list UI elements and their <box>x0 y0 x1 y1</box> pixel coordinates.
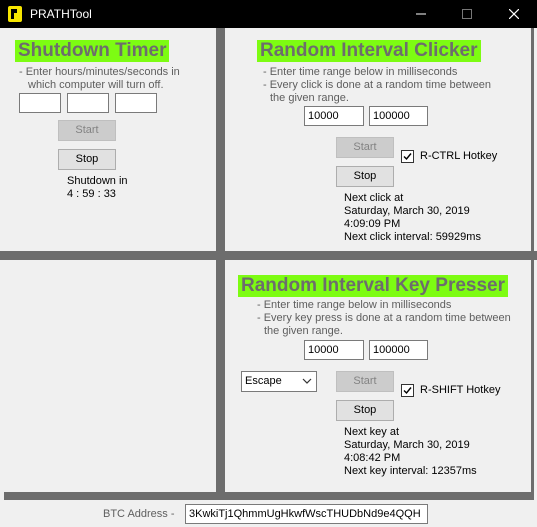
clicker-hotkey-checkbox[interactable] <box>401 150 414 163</box>
presser-next-label: Next key at <box>344 426 400 438</box>
minimize-icon <box>416 13 426 15</box>
maximize-icon <box>462 9 472 19</box>
shutdown-desc-line2: which computer will turn off. <box>28 79 164 91</box>
btc-address-field[interactable]: 3KwkiTj1QhmmUgHkwfWscTHUDbNd9e4QQH <box>185 504 428 524</box>
presser-desc-line2: - Every key press is done at a random ti… <box>257 312 511 324</box>
presser-hotkey-checkbox[interactable] <box>401 384 414 397</box>
checkmark-icon <box>403 387 412 395</box>
presser-next-time: 4:08:42 PM <box>344 452 401 464</box>
seconds-input[interactable] <box>115 93 157 113</box>
clicker-next-date: Saturday, March 30, 2019 <box>344 205 470 217</box>
window-title: PRATHTool <box>30 7 92 21</box>
close-icon <box>508 8 520 20</box>
divider-bottom <box>4 492 534 500</box>
btc-address-label: BTC Address - <box>103 508 175 520</box>
key-select-value: Escape <box>245 375 282 387</box>
app-logo-icon <box>8 6 22 22</box>
clicker-hotkey-label[interactable]: R-CTRL Hotkey <box>420 150 497 163</box>
presser-min-input[interactable]: 10000 <box>304 340 364 360</box>
presser-max-input[interactable]: 100000 <box>369 340 428 360</box>
presser-next-date: Saturday, March 30, 2019 <box>344 439 470 451</box>
presser-next-interval: Next key interval: 12357ms <box>344 465 477 477</box>
close-button[interactable] <box>491 0 537 28</box>
presser-start-button[interactable]: Start <box>336 371 394 392</box>
clicker-desc-line3: the given range. <box>270 92 349 104</box>
clicker-desc-line2: - Every click is done at a random time b… <box>263 79 492 91</box>
checkmark-icon <box>403 153 412 161</box>
shutdown-heading: Shutdown Timer <box>15 40 170 62</box>
divider-vertical <box>216 28 225 492</box>
border-right <box>531 28 534 500</box>
shutdown-desc-line1: - Enter hours/minutes/seconds in <box>19 66 180 78</box>
hours-input[interactable] <box>19 93 61 113</box>
clicker-heading: Random Interval Clicker <box>257 40 481 62</box>
shutdown-countdown: 4 : 59 : 33 <box>67 188 116 200</box>
minimize-button[interactable] <box>398 0 444 28</box>
presser-desc-line3: the given range. <box>264 325 343 337</box>
clicker-desc-line1: - Enter time range below in milliseconds <box>263 66 458 78</box>
presser-desc-line1: - Enter time range below in milliseconds <box>257 299 452 311</box>
key-select-dropdown[interactable]: Escape <box>241 371 317 392</box>
title-bar[interactable]: PRATHTool <box>0 0 537 28</box>
maximize-button[interactable] <box>444 0 490 28</box>
shutdown-status-label: Shutdown in <box>67 175 128 187</box>
presser-stop-button[interactable]: Stop <box>336 400 394 421</box>
shutdown-start-button[interactable]: Start <box>58 120 116 141</box>
clicker-next-time: 4:09:09 PM <box>344 218 401 230</box>
clicker-min-input[interactable]: 10000 <box>304 106 364 126</box>
clicker-next-interval: Next click interval: 59929ms <box>344 231 481 243</box>
shutdown-stop-button[interactable]: Stop <box>58 149 116 170</box>
minutes-input[interactable] <box>67 93 109 113</box>
divider-horizontal <box>0 251 537 260</box>
chevron-down-icon <box>302 378 312 384</box>
clicker-stop-button[interactable]: Stop <box>336 166 394 187</box>
clicker-next-label: Next click at <box>344 192 404 204</box>
clicker-start-button[interactable]: Start <box>336 137 394 158</box>
clicker-max-input[interactable]: 100000 <box>369 106 428 126</box>
presser-hotkey-label[interactable]: R-SHIFT Hotkey <box>420 384 500 397</box>
presser-heading: Random Interval Key Presser <box>238 275 509 297</box>
